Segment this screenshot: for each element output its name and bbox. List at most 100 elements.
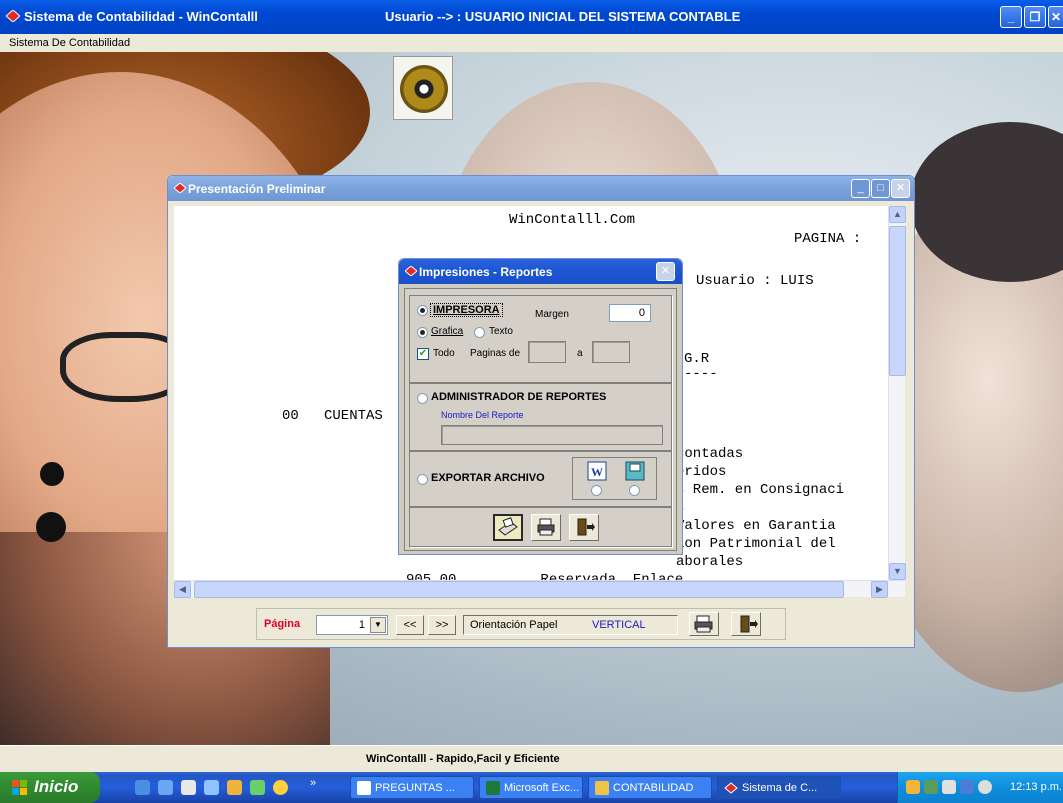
horizontal-scroll-thumb[interactable] — [194, 581, 844, 598]
restore-button[interactable]: ❐ — [1024, 6, 1046, 28]
file-export-radio[interactable] — [629, 485, 640, 496]
prev-page-button[interactable]: << — [396, 615, 424, 635]
report-line: 00 CUENTAS — [282, 408, 383, 424]
page-label: Página — [264, 618, 301, 630]
export-radio[interactable] — [417, 474, 428, 485]
orientation-field: Orientación Papel VERTICAL — [463, 615, 678, 635]
task-excel[interactable]: Microsoft Exc... — [479, 776, 583, 799]
preview-print-button[interactable] — [493, 514, 523, 541]
report-line: ---- — [684, 366, 718, 382]
close-button[interactable]: ✕ — [1048, 6, 1063, 28]
next-page-button[interactable]: >> — [428, 615, 456, 635]
page-select-value: 1 — [358, 619, 365, 631]
dialog-close-button[interactable]: ✕ — [656, 262, 675, 281]
export-label: EXPORTAR ARCHIVO — [431, 472, 545, 484]
margin-input[interactable]: 0 — [609, 304, 651, 322]
task-sistema[interactable]: Sistema de C... — [717, 776, 841, 799]
page-select[interactable]: 1 ▼ — [316, 615, 388, 635]
dialog-actions — [409, 507, 672, 547]
grafica-radio[interactable] — [417, 327, 428, 338]
scroll-left-icon[interactable]: ◀ — [174, 581, 191, 598]
printer-icon — [537, 518, 555, 536]
quicklaunch-more-icon[interactable]: » — [310, 777, 316, 789]
tray-icon[interactable] — [942, 780, 956, 794]
report-admin-group: ADMINISTRADOR DE REPORTES Nombre Del Rep… — [409, 383, 672, 451]
exit-door-icon — [740, 615, 758, 633]
dialog-diamond-icon — [405, 266, 417, 276]
horizontal-scrollbar[interactable]: ◀ ▶ — [174, 580, 905, 598]
report-line: Valores en Garantia — [676, 518, 836, 534]
pages-to-input[interactable] — [592, 341, 630, 363]
media-icon[interactable] — [250, 780, 265, 795]
volume-icon[interactable] — [978, 780, 992, 794]
preview-minimize-button[interactable]: _ — [851, 179, 870, 198]
preview-title: Presentación Preliminar — [188, 182, 326, 196]
scroll-up-icon[interactable]: ▲ — [889, 206, 906, 223]
tray-icon[interactable] — [924, 780, 938, 794]
printer-icon — [694, 615, 713, 633]
browser-icon[interactable] — [158, 780, 173, 795]
report-line: s Rem. en Consignaci — [676, 482, 845, 498]
pages-to-label: a — [577, 348, 583, 359]
report-line: ion Patrimonial del — [676, 536, 836, 552]
scroll-right-icon[interactable]: ▶ — [871, 581, 888, 598]
pages-from-input[interactable] — [528, 341, 566, 363]
vertical-scrollbar[interactable]: ▲ ▼ — [888, 206, 906, 580]
report-name-label: Nombre Del Reporte — [441, 410, 524, 420]
clock: 12:13 p.m. — [1010, 781, 1062, 793]
chevron-down-icon[interactable]: ▼ — [370, 617, 386, 633]
vertical-scroll-thumb[interactable] — [889, 226, 906, 376]
exit-door-icon — [577, 518, 595, 536]
report-name-input[interactable] — [441, 425, 663, 445]
user-label: Usuario --> : USUARIO INICIAL DEL SISTEM… — [385, 9, 741, 24]
dialog-exit-button[interactable] — [569, 514, 599, 541]
report-line: G.R — [684, 351, 710, 367]
print-button[interactable] — [689, 612, 719, 636]
report-header: WinContalll.Com — [509, 212, 636, 228]
todo-label: Todo — [433, 348, 455, 359]
printer-label: IMPRESORA — [430, 303, 503, 317]
task-label: Microsoft Exc... — [504, 782, 580, 794]
scroll-down-icon[interactable]: ▼ — [889, 563, 906, 580]
word-icon[interactable]: W — [587, 461, 607, 481]
preview-maximize-button[interactable]: □ — [871, 179, 890, 198]
app-diamond-icon — [6, 10, 20, 22]
tool-icon[interactable] — [227, 780, 242, 795]
disk-icon[interactable] — [625, 461, 645, 481]
smiley-icon[interactable] — [273, 780, 288, 795]
orientation-label: Orientación Papel — [470, 619, 558, 631]
word-icon — [357, 781, 371, 795]
tray-icon[interactable] — [960, 780, 974, 794]
app-title: Sistema de Contabilidad - WinContalll — [24, 9, 258, 24]
task-contabilidad[interactable]: CONTABILIDAD — [588, 776, 712, 799]
ie-icon[interactable] — [135, 780, 150, 795]
window-diamond-icon — [174, 183, 186, 193]
report-line: aborales — [676, 554, 744, 570]
admin-radio[interactable] — [417, 393, 428, 404]
exit-button[interactable] — [731, 612, 761, 636]
network-icon[interactable] — [204, 780, 219, 795]
task-label: PREGUNTAS ... — [375, 782, 455, 794]
report-line: eridos — [676, 464, 727, 480]
folder-icon — [595, 781, 609, 795]
document-icon[interactable] — [181, 780, 196, 795]
word-export-radio[interactable] — [591, 485, 602, 496]
preview-close-button[interactable]: ✕ — [891, 179, 910, 198]
texto-radio[interactable] — [474, 327, 485, 338]
report-line: contadas — [676, 446, 744, 462]
printer-radio[interactable] — [417, 305, 428, 316]
dialog-print-button[interactable] — [531, 514, 561, 541]
task-label: CONTABILIDAD — [613, 782, 694, 794]
start-button[interactable]: Inicio — [0, 772, 100, 803]
orientation-value: VERTICAL — [592, 619, 646, 631]
export-group: EXPORTAR ARCHIVO W — [409, 451, 672, 507]
tray-icon[interactable] — [906, 780, 920, 794]
todo-checkbox[interactable]: ✔ — [417, 348, 429, 360]
task-preguntas[interactable]: PREGUNTAS ... — [350, 776, 474, 799]
texto-label: Texto — [489, 326, 513, 337]
preview-toolbar: Página 1 ▼ << >> Orientación Papel VERTI… — [256, 608, 786, 640]
system-tray: 12:13 p.m. — [897, 772, 1063, 803]
report-page-label: PAGINA : — [794, 231, 862, 247]
menu-item-sistema[interactable]: Sistema De Contabilidad — [9, 37, 130, 49]
minimize-button[interactable]: _ — [1000, 6, 1022, 28]
